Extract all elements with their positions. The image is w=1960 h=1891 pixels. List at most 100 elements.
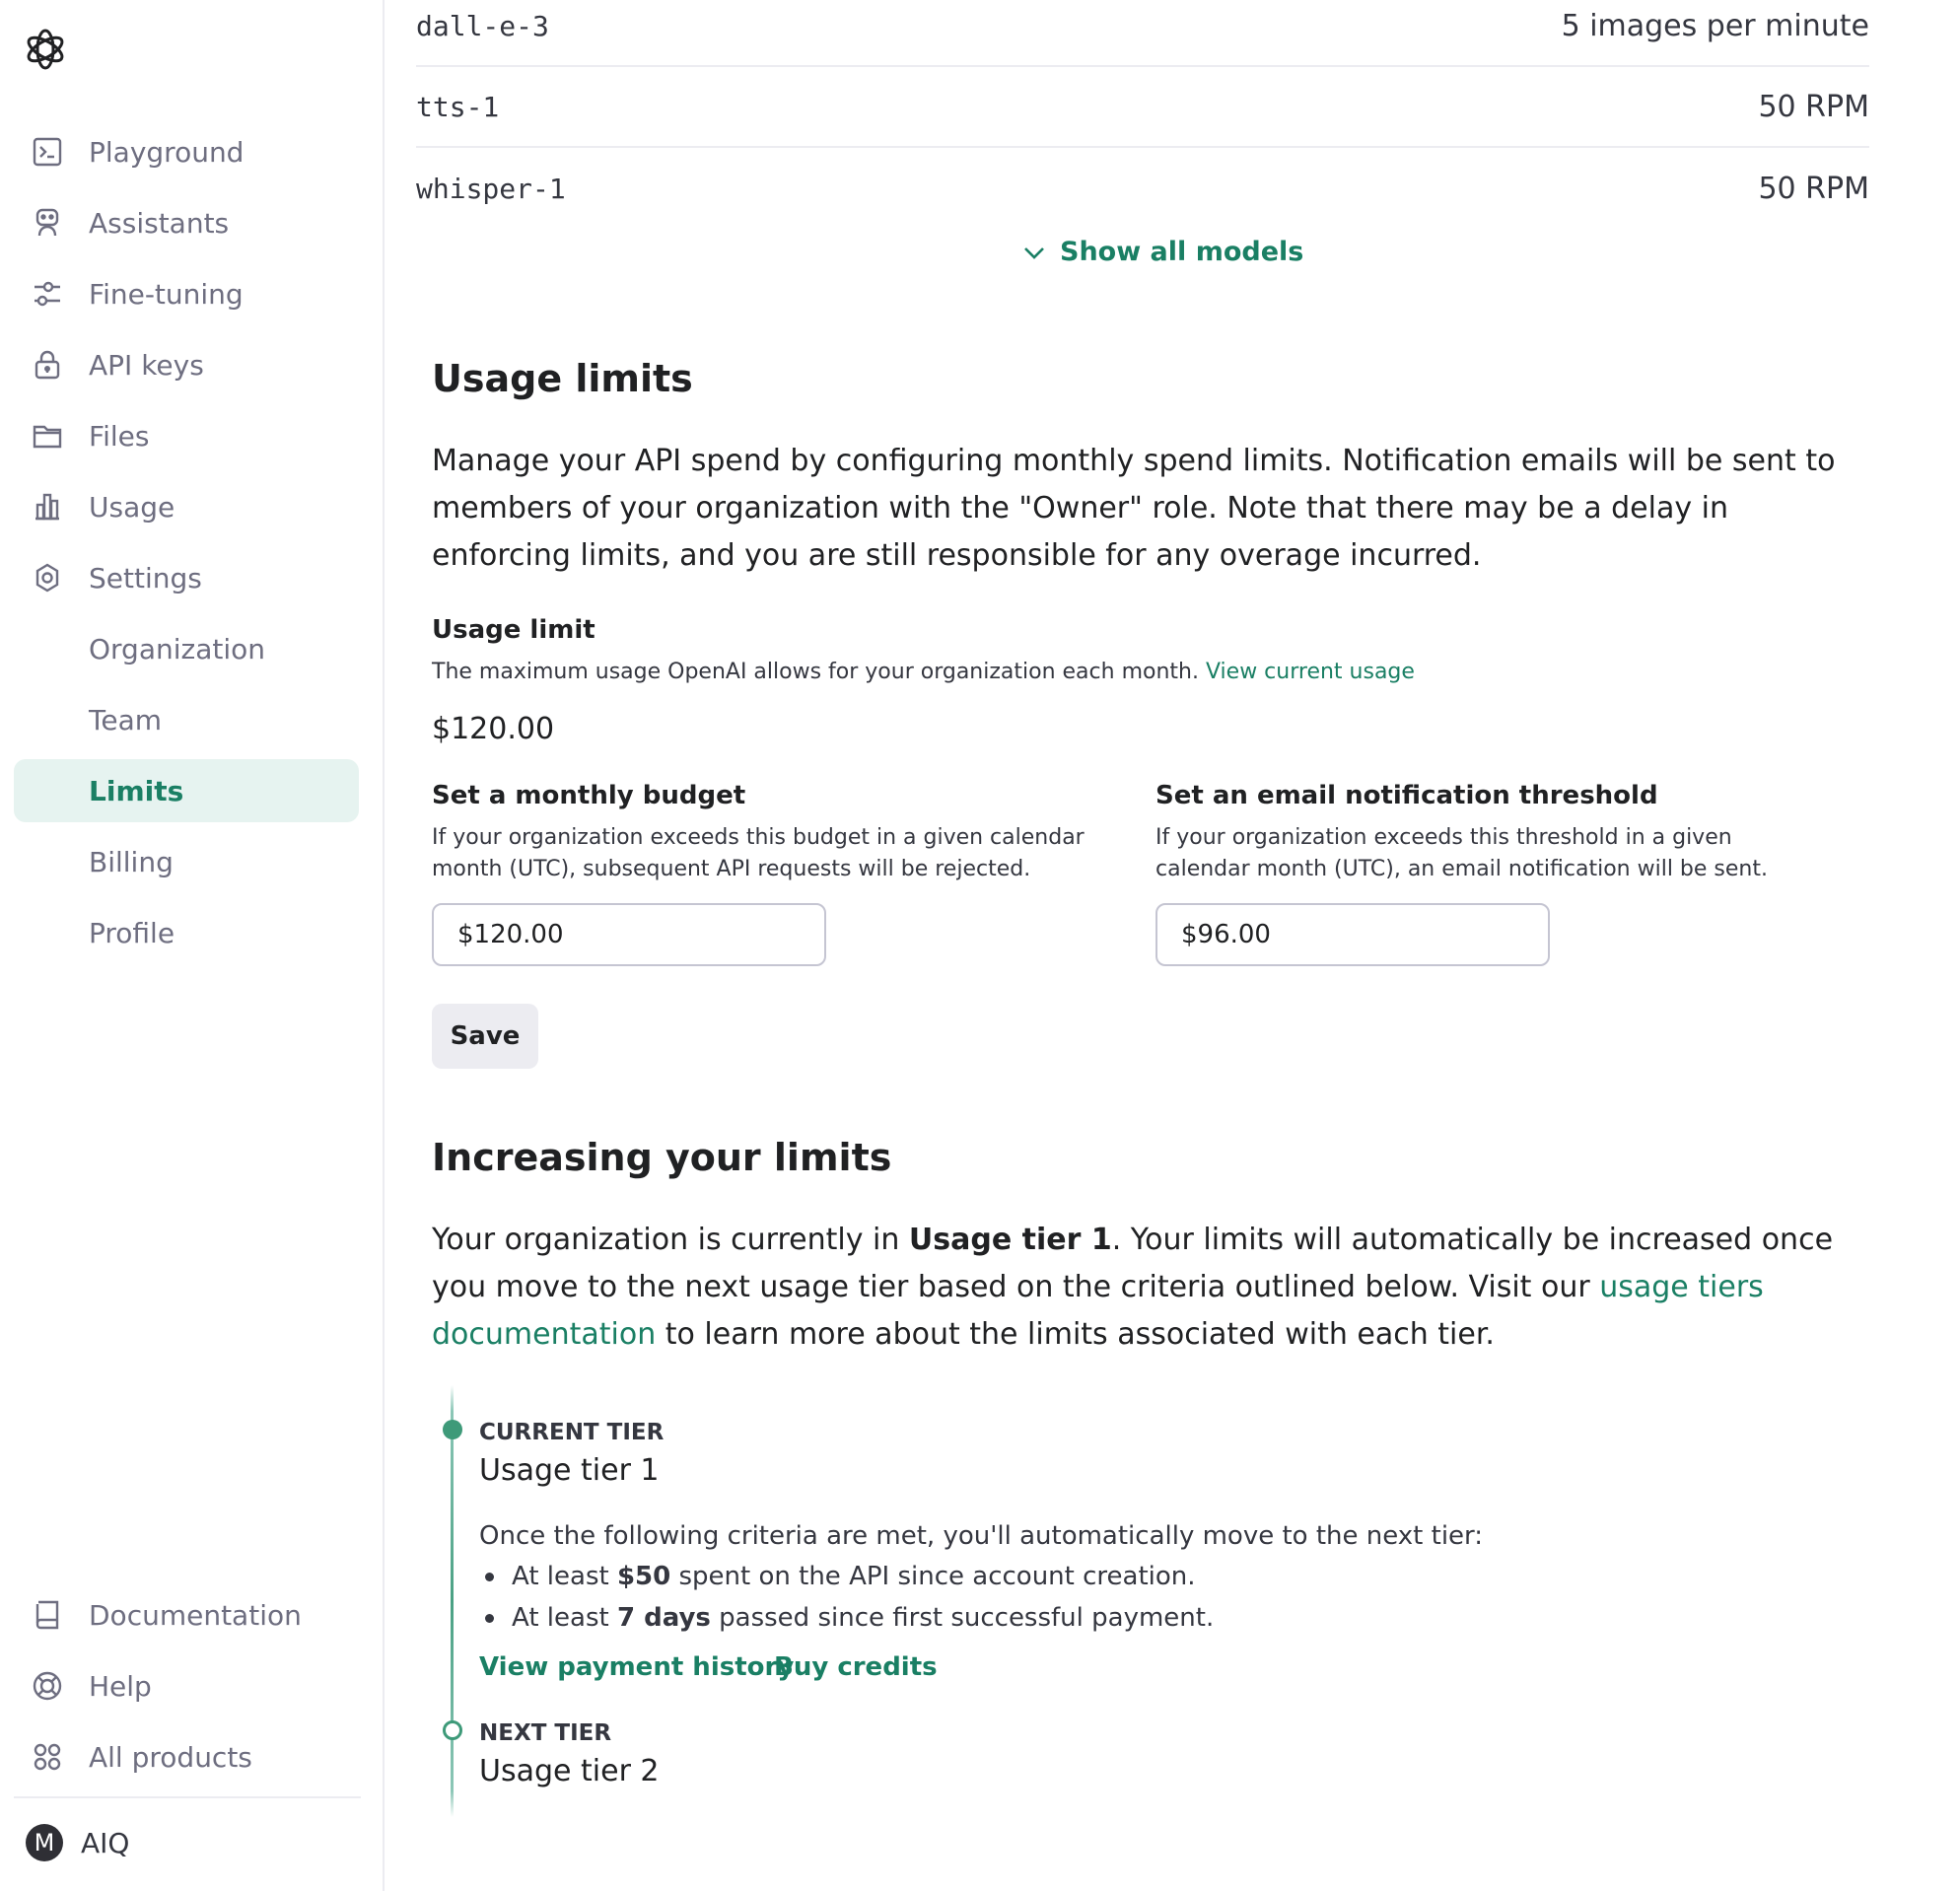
usage-limits-description: Manage your API spend by configuring mon… xyxy=(432,444,1836,573)
criteria-pre: At least xyxy=(512,1562,617,1591)
sidebar-item-settings[interactable]: Settings xyxy=(14,546,359,609)
model-row: tts-1 50 RPM xyxy=(416,67,1869,148)
criteria-item: At least 7 days passed since first succe… xyxy=(485,1603,1214,1633)
model-limit: 50 RPM xyxy=(1758,171,1869,206)
sidebar-item-label: Team xyxy=(89,703,163,736)
user-menu[interactable]: M AIQ xyxy=(26,1824,129,1861)
bullet-dot xyxy=(485,1572,494,1581)
model-limit: 5 images per minute xyxy=(1561,8,1869,43)
sidebar-item-label: Limits xyxy=(89,774,184,807)
save-button[interactable]: Save xyxy=(432,1004,538,1069)
sidebar-item-label: Organization xyxy=(89,632,266,665)
show-all-label: Show all models xyxy=(1060,237,1304,267)
sidebar-item-label: All products xyxy=(89,1740,252,1774)
sliders-icon xyxy=(28,274,67,314)
monthly-budget-label: Set a monthly budget xyxy=(432,781,746,810)
criteria-text: At least 7 days passed since first succe… xyxy=(512,1603,1214,1633)
sidebar-item-all-products[interactable]: All products xyxy=(14,1725,359,1788)
grid-icon xyxy=(28,1737,67,1777)
user-name: AIQ xyxy=(81,1826,130,1859)
view-current-usage-link[interactable]: View current usage xyxy=(1206,660,1415,684)
email-threshold-input[interactable] xyxy=(1155,903,1550,966)
sidebar-item-label: Billing xyxy=(89,845,174,878)
model-row: dall-e-3 5 images per minute xyxy=(416,0,1869,67)
openai-logo-icon[interactable] xyxy=(21,25,70,74)
increasing-limits-description: Your organization is currently in Usage … xyxy=(432,1217,1871,1359)
sidebar: Playground Assistants Fine-tuning API ke… xyxy=(0,0,385,1891)
model-limit: 50 RPM xyxy=(1758,89,1869,124)
sidebar-item-label: API keys xyxy=(89,348,204,382)
current-tier-caption: CURRENT TIER xyxy=(479,1420,665,1445)
sidebar-item-assistants[interactable]: Assistants xyxy=(14,191,359,254)
lock-icon xyxy=(28,345,67,385)
chevron-down-icon xyxy=(1024,246,1044,259)
sidebar-item-limits[interactable]: Limits xyxy=(14,759,359,822)
sidebar-item-api-keys[interactable]: API keys xyxy=(14,333,359,396)
sidebar-item-help[interactable]: Help xyxy=(14,1654,359,1717)
next-tier-marker xyxy=(443,1720,462,1740)
sidebar-item-label: Fine-tuning xyxy=(89,277,244,311)
usage-limit-help: The maximum usage OpenAI allows for your… xyxy=(432,657,1415,688)
sidebar-divider xyxy=(14,1796,361,1798)
current-tier-name: Usage tier 1 xyxy=(479,1453,660,1488)
sidebar-item-files[interactable]: Files xyxy=(14,404,359,467)
sidebar-item-label: Help xyxy=(89,1669,152,1703)
criteria-text: At least $50 spent on the API since acco… xyxy=(512,1562,1196,1591)
model-name: dall-e-3 xyxy=(416,9,549,42)
monthly-budget-help: If your organization exceeds this budget… xyxy=(432,825,1085,881)
show-all-models-button[interactable]: Show all models xyxy=(1022,237,1303,267)
monthly-budget-input[interactable] xyxy=(432,903,826,966)
usage-limit-amount: $120.00 xyxy=(432,712,555,746)
tier-text-end: to learn more about the limits associate… xyxy=(656,1317,1495,1352)
sidebar-item-fine-tuning[interactable]: Fine-tuning xyxy=(14,262,359,325)
model-name: whisper-1 xyxy=(416,172,566,205)
sidebar-item-profile[interactable]: Profile xyxy=(14,901,359,964)
folder-icon xyxy=(28,416,67,455)
sidebar-item-label: Profile xyxy=(89,916,175,949)
usage-limit-label: Usage limit xyxy=(432,615,595,645)
usage-limits-title: Usage limits xyxy=(432,357,693,400)
avatar: M xyxy=(26,1824,63,1861)
sidebar-item-label: Usage xyxy=(89,490,175,524)
increasing-limits-title: Increasing your limits xyxy=(432,1136,892,1179)
next-tier-name: Usage tier 2 xyxy=(479,1754,660,1788)
criteria-intro: Once the following criteria are met, you… xyxy=(479,1521,1484,1551)
sidebar-item-label: Assistants xyxy=(89,206,230,240)
lifebuoy-icon xyxy=(28,1666,67,1706)
criteria-post: spent on the API since account creation. xyxy=(670,1562,1196,1591)
sidebar-item-label: Documentation xyxy=(89,1598,302,1632)
buy-credits-link[interactable]: Buy credits xyxy=(774,1652,938,1682)
sidebar-item-playground[interactable]: Playground xyxy=(14,120,359,183)
model-row: whisper-1 50 RPM xyxy=(416,148,1869,229)
bullet-dot xyxy=(485,1613,494,1623)
book-icon xyxy=(28,1595,67,1635)
sidebar-item-label: Settings xyxy=(89,561,202,595)
tier-text-before: Your organization is currently in xyxy=(432,1223,909,1257)
robot-icon xyxy=(28,203,67,243)
view-payment-history-link[interactable]: View payment history xyxy=(479,1652,794,1682)
gear-icon xyxy=(28,558,67,597)
sidebar-item-organization[interactable]: Organization xyxy=(14,617,359,680)
usage-limit-help-text: The maximum usage OpenAI allows for your… xyxy=(432,660,1199,684)
main-content: dall-e-3 5 images per minute tts-1 50 RP… xyxy=(386,0,1960,1891)
current-tier-marker xyxy=(443,1420,462,1439)
sidebar-item-label: Files xyxy=(89,419,150,453)
sidebar-item-usage[interactable]: Usage xyxy=(14,475,359,538)
model-name: tts-1 xyxy=(416,90,500,123)
criteria-item: At least $50 spent on the API since acco… xyxy=(485,1562,1196,1591)
email-threshold-help: If your organization exceeds this thresh… xyxy=(1155,825,1768,881)
sidebar-item-team[interactable]: Team xyxy=(14,688,359,751)
sidebar-item-documentation[interactable]: Documentation xyxy=(14,1583,359,1646)
tier-timeline xyxy=(451,1385,454,1817)
criteria-post: passed since first successful payment. xyxy=(710,1603,1215,1633)
next-tier-caption: NEXT TIER xyxy=(479,1720,612,1746)
current-tier-bold: Usage tier 1 xyxy=(908,1223,1112,1257)
criteria-bold: $50 xyxy=(616,1562,671,1591)
sidebar-item-billing[interactable]: Billing xyxy=(14,830,359,893)
criteria-bold: 7 days xyxy=(616,1603,711,1633)
sidebar-item-label: Playground xyxy=(89,135,245,169)
email-threshold-label: Set an email notification threshold xyxy=(1155,781,1658,810)
criteria-pre: At least xyxy=(512,1603,617,1633)
bar-chart-icon xyxy=(28,487,67,526)
terminal-icon xyxy=(28,132,67,172)
